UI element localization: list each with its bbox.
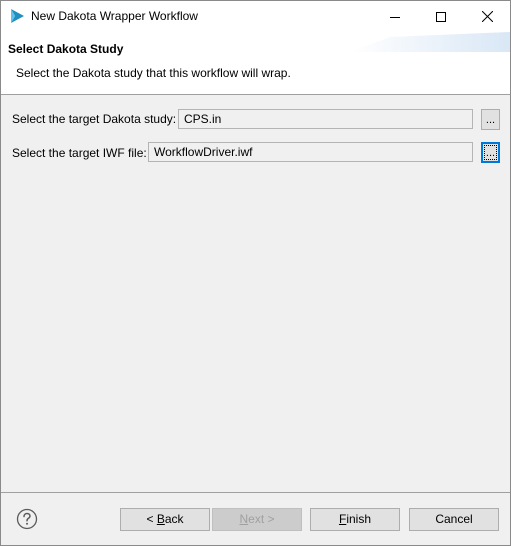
page-description: Select the Dakota study that this workfl… — [16, 66, 291, 80]
dakota-app-icon — [9, 8, 25, 24]
close-button[interactable] — [464, 1, 510, 32]
next-rest: ext > — [248, 512, 275, 526]
study-field[interactable]: CPS.in — [178, 109, 473, 129]
next-mnemonic: N — [239, 512, 249, 526]
footer-separator — [1, 492, 510, 493]
finish-rest: inish — [346, 512, 372, 526]
title-bar[interactable]: New Dakota Wrapper Workflow — [1, 1, 510, 32]
window-title: New Dakota Wrapper Workflow — [31, 9, 198, 23]
header-decoration — [350, 32, 510, 52]
iwf-label: Select the target IWF file: — [12, 146, 147, 160]
next-button[interactable]: Next > — [212, 508, 302, 531]
iwf-field[interactable]: WorkflowDriver.iwf — [148, 142, 473, 162]
help-icon[interactable] — [16, 508, 38, 530]
browse-iwf-button[interactable]: ... — [481, 142, 500, 163]
minimize-icon — [390, 12, 400, 22]
back-prefix: < — [146, 512, 157, 526]
study-label: Select the target Dakota study: — [12, 112, 177, 126]
back-button[interactable]: < Back — [120, 508, 210, 531]
cancel-button[interactable]: Cancel — [409, 508, 499, 531]
page-title: Select Dakota Study — [8, 42, 124, 56]
wizard-header: Select Dakota Study Select the Dakota st… — [1, 32, 510, 95]
finish-button[interactable]: Finish — [310, 508, 400, 531]
back-mnemonic: B — [156, 512, 165, 526]
maximize-button[interactable] — [418, 1, 464, 32]
dialog-window: New Dakota Wrapper Workflow Select Dakot… — [0, 0, 511, 546]
minimize-button[interactable] — [372, 1, 418, 32]
browse-study-button[interactable]: ... — [481, 109, 500, 130]
close-icon — [481, 11, 493, 22]
maximize-icon — [436, 11, 446, 22]
back-rest: ack — [164, 512, 184, 526]
